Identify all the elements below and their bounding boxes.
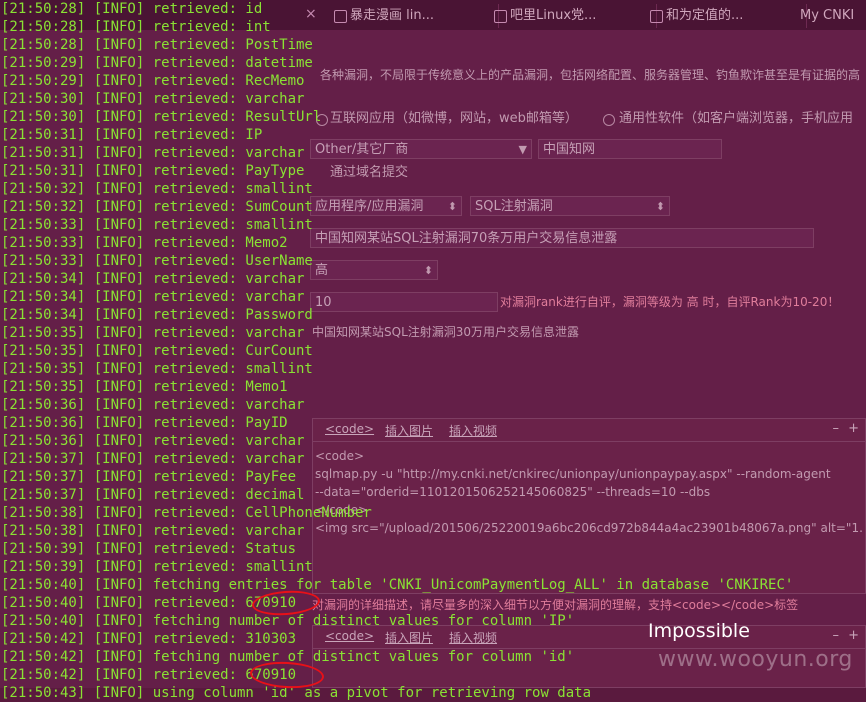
- terminal-line: [21:50:37] [INFO] retrieved: varchar: [1, 451, 305, 467]
- terminal-line: [21:50:35] [INFO] retrieved: smallint: [1, 361, 313, 377]
- terminal-line: [21:50:31] [INFO] retrieved: IP: [1, 127, 263, 143]
- watermark: www.wooyun.org: [658, 647, 853, 672]
- terminal-output: [21:50:28] [INFO] retrieved: id [21:50:2…: [0, 0, 866, 701]
- terminal-line: [21:50:39] [INFO] retrieved: smallint: [1, 559, 313, 575]
- terminal-line: [21:50:31] [INFO] retrieved: varchar: [1, 145, 305, 161]
- terminal-line: [21:50:36] [INFO] retrieved: varchar: [1, 433, 305, 449]
- terminal-line: [21:50:33] [INFO] retrieved: UserName: [1, 253, 313, 269]
- terminal-line: [21:50:40] [INFO] fetching entries for t…: [1, 577, 794, 593]
- terminal-line: [21:50:38] [INFO] retrieved: varchar: [1, 523, 305, 539]
- terminal-line: [21:50:29] [INFO] retrieved: RecMemo: [1, 73, 305, 89]
- terminal-line: [21:50:42] [INFO] retrieved: 310303: [1, 631, 297, 647]
- terminal-line: [21:50:38] [INFO] retrieved: CellPhoneNu…: [1, 505, 372, 521]
- annotation-label: Impossible: [648, 620, 750, 642]
- terminal-line: [21:50:32] [INFO] retrieved: smallint: [1, 181, 313, 197]
- terminal-line: [21:50:28] [INFO] retrieved: PostTime: [1, 37, 313, 53]
- terminal-line: [21:50:30] [INFO] retrieved: ResultUrl: [1, 109, 322, 125]
- terminal-line: [21:50:30] [INFO] retrieved: varchar: [1, 91, 305, 107]
- terminal-line: [21:50:35] [INFO] retrieved: CurCount: [1, 343, 313, 359]
- terminal-line: [21:50:37] [INFO] retrieved: PayFee: [1, 469, 297, 485]
- terminal-line: [21:50:34] [INFO] retrieved: varchar: [1, 271, 305, 287]
- terminal-line: [21:50:36] [INFO] retrieved: PayID: [1, 415, 288, 431]
- terminal-line: [21:50:28] [INFO] retrieved: id: [1, 1, 263, 17]
- terminal-line: [21:50:34] [INFO] retrieved: varchar: [1, 289, 305, 305]
- terminal-line: [21:50:28] [INFO] retrieved: int: [1, 19, 271, 35]
- terminal-line: [21:50:33] [INFO] retrieved: smallint: [1, 217, 313, 233]
- terminal-line: [21:50:39] [INFO] retrieved: Status: [1, 541, 297, 557]
- terminal-line: [21:50:32] [INFO] retrieved: SumCount: [1, 199, 313, 215]
- terminal-line: [21:50:35] [INFO] retrieved: varchar: [1, 325, 305, 341]
- terminal-line: [21:50:33] [INFO] retrieved: Memo2: [1, 235, 288, 251]
- terminal-line: [21:50:35] [INFO] retrieved: Memo1: [1, 379, 288, 395]
- terminal-line: [21:50:34] [INFO] retrieved: Password: [1, 307, 313, 323]
- terminal-line: [21:50:29] [INFO] retrieved: datetime: [1, 55, 313, 71]
- terminal-line: [21:50:36] [INFO] retrieved: varchar: [1, 397, 305, 413]
- terminal-line: [21:50:31] [INFO] retrieved: PayType: [1, 163, 305, 179]
- terminal-line: [21:50:37] [INFO] retrieved: decimal: [1, 487, 305, 503]
